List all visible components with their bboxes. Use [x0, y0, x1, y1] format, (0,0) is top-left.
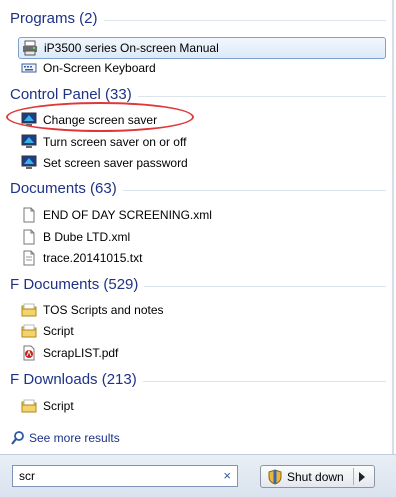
monitor-icon [21, 155, 37, 171]
result-item-script-folder[interactable]: Script [18, 321, 386, 341]
monitor-icon [21, 134, 37, 150]
result-item-label: On-Screen Keyboard [43, 61, 156, 75]
result-item-change-screen-saver[interactable]: Change screen saver [18, 110, 386, 130]
result-item-set-screen-saver-password[interactable]: Set screen saver password [18, 153, 386, 173]
printer-icon [22, 40, 38, 56]
result-item-scraplist-pdf[interactable]: ScrapLIST.pdf [18, 343, 386, 363]
shut-down-options-arrow-icon[interactable] [359, 472, 365, 482]
start-menu-bottom-bar: scr × Shut down [0, 454, 396, 497]
group-header-f-documents[interactable]: F Documents (529) [10, 274, 145, 296]
result-item-on-screen-keyboard[interactable]: On-Screen Keyboard [18, 58, 386, 78]
pdf-icon [21, 345, 37, 361]
search-results-panel: Programs (2) iP3500 series On-screen Man… [0, 0, 394, 454]
shut-down-button[interactable]: Shut down [260, 465, 375, 488]
result-item-label: trace.20141015.txt [43, 251, 143, 265]
result-item-label: ScrapLIST.pdf [43, 346, 119, 360]
search-input[interactable]: scr × [12, 465, 238, 487]
result-item-label: B Dube LTD.xml [43, 230, 131, 244]
result-item-trace-txt[interactable]: trace.20141015.txt [18, 248, 386, 268]
document-icon [21, 229, 37, 245]
result-item-label: Turn screen saver on or off [43, 135, 187, 149]
monitor-icon [21, 112, 37, 128]
group-header-control-panel[interactable]: Control Panel (33) [10, 84, 138, 106]
result-item-tos-scripts[interactable]: TOS Scripts and notes [18, 300, 386, 320]
group-header-f-downloads[interactable]: F Downloads (213) [10, 369, 143, 391]
see-more-label: See more results [29, 431, 120, 445]
document-icon [21, 250, 37, 266]
shield-icon [267, 469, 283, 488]
result-item-label: Script [43, 324, 74, 338]
result-item-label: END OF DAY SCREENING.xml [43, 208, 212, 222]
search-icon [10, 430, 26, 452]
result-item-label: Set screen saver password [43, 156, 188, 170]
folder-icon [21, 323, 37, 339]
shut-down-label: Shut down [287, 470, 344, 484]
result-item-label: Script [43, 399, 74, 413]
result-item-label: iP3500 series On-screen Manual [44, 41, 219, 55]
group-header-programs[interactable]: Programs (2) [10, 8, 104, 30]
keyboard-icon [21, 60, 37, 76]
result-item-script-downloads[interactable]: Script [18, 396, 386, 416]
result-item-label: Change screen saver [43, 113, 158, 127]
result-item-b-dube-ltd[interactable]: B Dube LTD.xml [18, 227, 386, 247]
divider [353, 468, 354, 485]
result-item-end-of-day-screening[interactable]: END OF DAY SCREENING.xml [18, 205, 386, 225]
folder-icon [21, 302, 37, 318]
result-item-turn-screen-saver-on-off[interactable]: Turn screen saver on or off [18, 132, 386, 152]
result-item-ip3500-manual[interactable]: iP3500 series On-screen Manual [18, 37, 386, 59]
clear-search-icon[interactable]: × [223, 469, 231, 483]
folder-icon [21, 398, 37, 414]
group-header-documents[interactable]: Documents (63) [10, 178, 123, 200]
search-input-text: scr [19, 469, 35, 483]
result-item-label: TOS Scripts and notes [43, 303, 164, 317]
document-icon [21, 207, 37, 223]
